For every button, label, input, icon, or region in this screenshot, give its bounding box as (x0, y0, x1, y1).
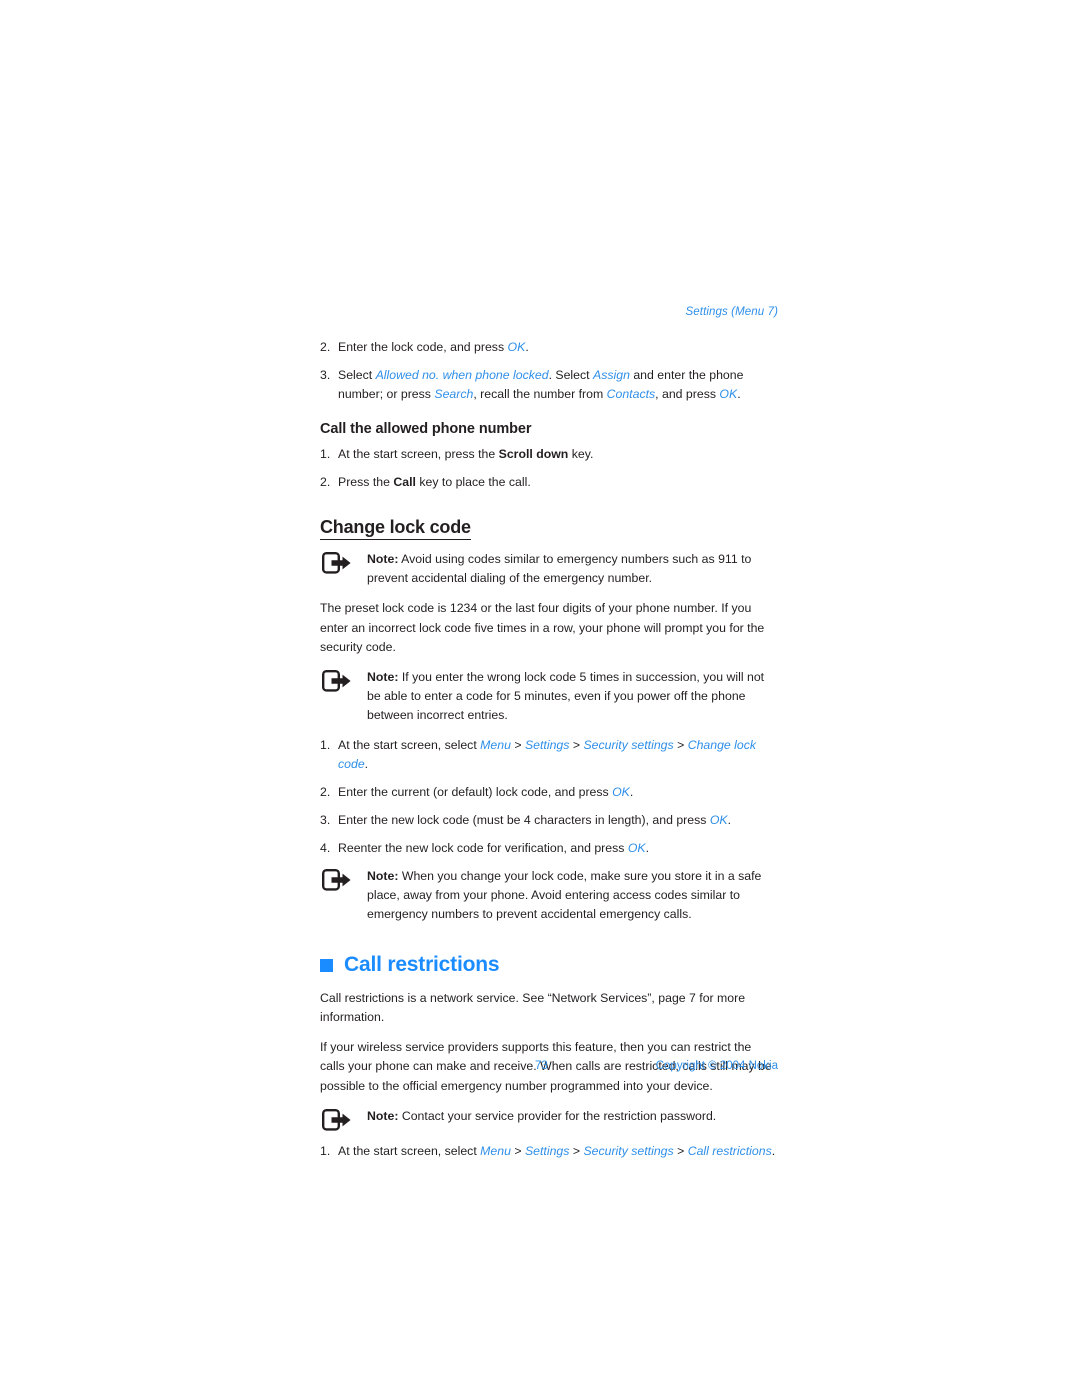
note-arrow-icon (322, 669, 352, 692)
list-item: 1. At the start screen, press the Scroll … (320, 445, 778, 464)
list-item: 3. Select Allowed no. when phone locked. … (320, 366, 778, 404)
list-item-text: Enter the new lock code (must be 4 chara… (338, 812, 732, 827)
note-text: Note: Contact your service provider for … (352, 1107, 716, 1126)
list-item-number: 4. (320, 840, 331, 855)
page-footer: 73 Copyright © 2004 Nokia (320, 1060, 778, 1072)
list-item: 1. At the start screen, select Menu > Set… (320, 1142, 778, 1161)
list-item-number: 1. (320, 1143, 331, 1158)
paragraph-network-service: Call restrictions is a network service. … (320, 991, 746, 1025)
list-item-number: 2. (320, 784, 331, 799)
note-callout: Note: Avoid using codes similar to emerg… (320, 550, 778, 588)
note-arrow-icon (322, 1108, 352, 1131)
page-number: 73 (535, 1060, 548, 1072)
note-label: Note: (367, 552, 399, 567)
list-item: 4. Reenter the new lock code for verifica… (320, 839, 778, 858)
note-label: Note: (367, 669, 399, 684)
copyright-notice: Copyright © 2004 Nokia (655, 1060, 778, 1072)
note-text: Note: When you change your lock code, ma… (352, 867, 778, 924)
list-item-number: 1. (320, 446, 331, 461)
note-text: Note: If you enter the wrong lock code 5… (352, 668, 778, 725)
note-body: Contact your service provider for the re… (398, 1108, 717, 1123)
note-text: Note: Avoid using codes similar to emerg… (352, 550, 778, 588)
page-content: Settings (Menu 7) 2. Enter the lock code,… (320, 306, 778, 1170)
list-item-number: 3. (320, 367, 331, 382)
square-bullet-icon (320, 959, 333, 973)
note-callout: Note: When you change your lock code, ma… (320, 867, 778, 924)
list-item-text: Reenter the new lock code for verificati… (338, 840, 650, 855)
note-body: Avoid using codes similar to emergency n… (367, 552, 752, 586)
running-head: Settings (Menu 7) (685, 306, 778, 318)
list-item: 1. At the start screen, select Menu > Set… (320, 736, 778, 774)
list-item-number: 3. (320, 812, 331, 827)
call-allowed-steps-list: 1. At the start screen, press the Scroll … (320, 445, 778, 492)
list-item: 2. Enter the current (or default) lock co… (320, 783, 778, 802)
list-item-text: Press the Call key to place the call. (338, 474, 531, 489)
heading-call-restrictions: Call restrictions (320, 952, 778, 977)
list-item-number: 2. (320, 339, 331, 354)
note-arrow-icon (322, 552, 352, 574)
list-item: 2. Enter the lock code, and press OK. (320, 338, 778, 357)
list-item-text: Enter the current (or default) lock code… (338, 784, 634, 799)
note-label: Note: (367, 868, 399, 883)
list-item: 3. Enter the new lock code (must be 4 cha… (320, 811, 778, 830)
note-body: When you change your lock code, make sur… (367, 868, 762, 922)
allowed-number-steps-list: 2. Enter the lock code, and press OK. 3. Se… (320, 338, 778, 404)
heading-call-restrictions-label: Call restrictions (344, 953, 500, 977)
call-restrictions-steps-list: 1. At the start screen, select Menu > Set… (320, 1142, 778, 1161)
heading-change-lock-code-wrap: Change lock code (320, 516, 778, 541)
list-item-text: Enter the lock code, and press OK. (338, 339, 529, 354)
paragraph-preset-lock-code: The preset lock code is 1234 or the last… (320, 601, 765, 654)
list-item-text: Select Allowed no. when phone locked. Se… (338, 367, 744, 401)
heading-change-lock-code: Change lock code (320, 516, 471, 541)
list-item-text: At the start screen, press the Scroll do… (338, 446, 594, 461)
note-body: If you enter the wrong lock code 5 times… (367, 669, 765, 722)
note-callout: Note: If you enter the wrong lock code 5… (320, 668, 778, 725)
change-lock-code-steps-list: 1. At the start screen, select Menu > Set… (320, 736, 778, 858)
list-item-text: At the start screen, select Menu > Setti… (338, 1143, 776, 1158)
note-label: Note: (367, 1108, 399, 1123)
note-arrow-icon (322, 868, 352, 891)
list-item-number: 1. (320, 737, 331, 752)
subheading-call-allowed-phone-number: Call the allowed phone number (320, 420, 532, 437)
list-item-number: 2. (320, 474, 331, 489)
list-item-text: At the start screen, select Menu > Setti… (338, 737, 757, 771)
note-callout: Note: Contact your service provider for … (320, 1107, 778, 1131)
document-page: Settings (Menu 7) 2. Enter the lock code,… (0, 0, 1080, 1397)
list-item: 2. Press the Call key to place the call. (320, 473, 778, 492)
